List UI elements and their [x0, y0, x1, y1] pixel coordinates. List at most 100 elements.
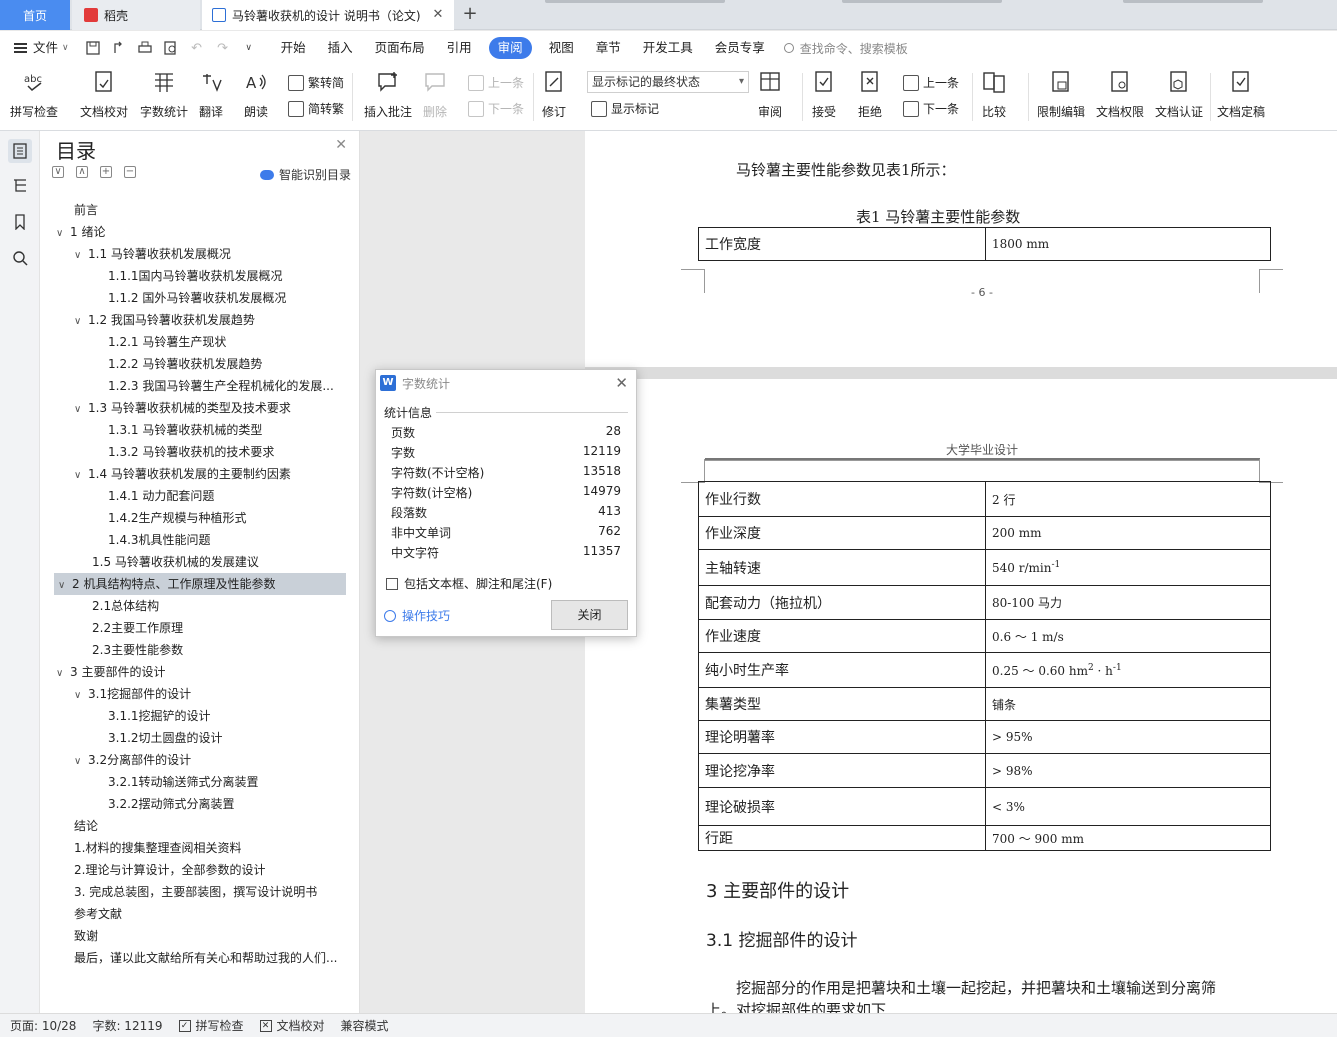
new-tab-button[interactable]: +	[460, 4, 480, 24]
toc-item[interactable]: ∨ 3.1挖掘部件的设计	[74, 683, 191, 705]
chevron-down-icon[interactable]: ∨	[74, 399, 88, 419]
next-change-button[interactable]: 下一条	[903, 100, 959, 117]
menu-insert[interactable]: 插入	[317, 37, 364, 59]
prev-change-button[interactable]: 上一条	[903, 74, 959, 91]
accept-button[interactable]: 接受	[812, 69, 836, 120]
track-changes-button[interactable]: 修订	[542, 69, 566, 120]
close-icon[interactable]: ✕	[335, 137, 347, 153]
close-icon[interactable]: ✕	[615, 374, 628, 392]
toc-item[interactable]: ∨ 2 机具结构特点、工作原理及性能参数	[54, 573, 346, 595]
chevron-down-icon[interactable]: ∨	[74, 311, 88, 331]
toc-item[interactable]: 致谢	[74, 925, 98, 947]
chevron-down-icon[interactable]: ∨	[74, 245, 88, 265]
outline-panel-button[interactable]	[8, 173, 32, 197]
proofread-toggle[interactable]: ✕ 文档校对	[259, 1017, 325, 1034]
toc-item[interactable]: 1.2.1 马铃薯生产现状	[108, 331, 226, 353]
file-menu[interactable]: 文件 ∨	[0, 37, 80, 59]
doc-finalize-button[interactable]: 文档定稿	[1217, 69, 1265, 120]
restrict-editing-button[interactable]: 限制编辑	[1037, 69, 1085, 120]
compare-button[interactable]: 比较	[982, 69, 1006, 120]
toc-item[interactable]: ∨ 1.4 马铃薯收获机发展的主要制约因素	[74, 463, 291, 485]
toc-item[interactable]: 2.2主要工作原理	[92, 617, 183, 639]
doc-certify-button[interactable]: 文档认证	[1155, 69, 1203, 120]
print-icon[interactable]	[136, 39, 154, 57]
toc-item[interactable]: ∨ 1.2 我国马铃薯收获机发展趋势	[74, 309, 255, 331]
chevron-down-icon[interactable]: ∨	[56, 223, 70, 243]
word-count-indicator[interactable]: 字数: 12119	[92, 1017, 162, 1034]
toc-item[interactable]: 1.4.3机具性能问题	[108, 529, 211, 551]
trad-to-simp-button[interactable]: 繁转简	[288, 74, 344, 91]
markup-state-select[interactable]: 显示标记的最终状态	[587, 71, 749, 93]
toc-item[interactable]: 2.理论与计算设计，全部参数的设计	[74, 859, 265, 881]
read-aloud-button[interactable]: A 朗读	[244, 69, 268, 120]
chevron-down-icon[interactable]: ∨	[58, 575, 72, 595]
toc-item[interactable]: ∨ 1.3 马铃薯收获机械的类型及技术要求	[74, 397, 291, 419]
toc-item[interactable]: 结论	[74, 815, 98, 837]
collapse-all-icon[interactable]: ∨	[52, 166, 64, 178]
review-pane-button[interactable]: 审阅	[758, 69, 782, 120]
next-comment-button[interactable]: 下一条	[468, 100, 524, 117]
add-heading-icon[interactable]: +	[100, 166, 112, 178]
remove-heading-icon[interactable]: −	[124, 166, 136, 178]
include-textbox-checkbox[interactable]: 包括文本框、脚注和尾注(F)	[386, 575, 552, 592]
chevron-down-icon[interactable]: ∨	[74, 685, 88, 705]
bookmark-panel-button[interactable]	[8, 210, 32, 234]
translate-button[interactable]: 翻译	[199, 69, 223, 120]
toc-item[interactable]: 1.3.2 马铃薯收获机的技术要求	[108, 441, 274, 463]
toc-item[interactable]: 1.材料的搜集整理查阅相关资料	[74, 837, 241, 859]
toc-item[interactable]: 2.3主要性能参数	[92, 639, 183, 661]
prev-comment-button[interactable]: 上一条	[468, 74, 524, 91]
toc-item[interactable]: ∨ 3 主要部件的设计	[56, 661, 165, 683]
spell-check-toggle[interactable]: ✓ 拼写检查	[178, 1017, 244, 1034]
word-count-button[interactable]: 字数统计	[140, 69, 188, 120]
spell-check-button[interactable]: abc 拼写检查	[10, 69, 58, 120]
chevron-down-icon[interactable]: ∨	[74, 465, 88, 485]
save-icon[interactable]	[84, 39, 102, 57]
menu-view[interactable]: 视图	[538, 37, 585, 59]
menu-layout[interactable]: 页面布局	[364, 37, 436, 59]
toc-item[interactable]: 1.1.1国内马铃薯收获机发展概况	[108, 265, 283, 287]
close-button[interactable]: 关闭	[551, 600, 628, 630]
chevron-down-icon[interactable]: ∨	[56, 663, 70, 683]
toc-item[interactable]: 3.1.1挖掘铲的设计	[108, 705, 211, 727]
simp-to-trad-button[interactable]: 简转繁	[288, 100, 344, 117]
delete-comment-button[interactable]: 删除	[423, 69, 447, 120]
command-search[interactable]: 查找命令、搜索模板	[783, 40, 908, 57]
toc-item[interactable]: 1.5 马铃薯收获机械的发展建议	[92, 551, 259, 573]
toc-item[interactable]: 前言	[74, 199, 98, 221]
toc-item[interactable]: 3.2.2摆动筛式分离装置	[108, 793, 235, 815]
toc-item[interactable]: 3.2.1转动输送筛式分离装置	[108, 771, 259, 793]
export-icon[interactable]	[110, 39, 128, 57]
toc-item[interactable]: 1.2.2 马铃薯收获机发展趋势	[108, 353, 262, 375]
menu-member[interactable]: 会员专享	[704, 37, 776, 59]
toc-item[interactable]: 1.1.2 国外马铃薯收获机发展概况	[108, 287, 286, 309]
toc-item[interactable]: 1.3.1 马铃薯收获机械的类型	[108, 419, 262, 441]
toc-item[interactable]: 3. 完成总装图，主要部装图，撰写设计说明书	[74, 881, 317, 903]
tab-document[interactable]: 马铃薯收获机的设计 说明书（论文) ✕	[202, 0, 454, 30]
toc-panel-button[interactable]	[8, 139, 32, 163]
toc-item[interactable]: 1.4.1 动力配套问题	[108, 485, 214, 507]
toc-item[interactable]: ∨ 1 绪论	[56, 221, 105, 243]
close-icon[interactable]: ✕	[430, 7, 446, 23]
proofread-button[interactable]: 文档校对	[80, 69, 128, 120]
page-indicator[interactable]: 页面: 10/28	[10, 1017, 76, 1034]
toc-item[interactable]: 参考文献	[74, 903, 122, 925]
toc-item[interactable]: 1.2.3 我国马铃薯生产全程机械化的发展...	[108, 375, 334, 397]
tips-link[interactable]: 操作技巧	[384, 607, 450, 624]
toc-item[interactable]: 2.1总体结构	[92, 595, 159, 617]
menu-section[interactable]: 章节	[585, 37, 632, 59]
print-preview-icon[interactable]	[162, 39, 180, 57]
find-panel-button[interactable]	[8, 246, 32, 270]
menu-developer[interactable]: 开发工具	[632, 37, 704, 59]
expand-all-icon[interactable]: ∧	[76, 166, 88, 178]
toc-item[interactable]: 3.1.2切土圆盘的设计	[108, 727, 223, 749]
toc-item[interactable]: 1.4.2生产规模与种植形式	[108, 507, 247, 529]
tab-docer[interactable]: 稻壳	[72, 0, 200, 30]
toc-item[interactable]: 最后，谨以此文献给所有关心和帮助过我的人们...	[74, 947, 337, 969]
insert-comment-button[interactable]: 插入批注	[364, 69, 412, 120]
quick-access-chevron-icon[interactable]: ∨	[240, 39, 258, 57]
smart-toc-button[interactable]: 智能识别目录	[259, 166, 351, 183]
show-markup-button[interactable]: 显示标记	[591, 100, 659, 117]
menu-start[interactable]: 开始	[270, 37, 317, 59]
reject-button[interactable]: 拒绝	[858, 69, 882, 120]
